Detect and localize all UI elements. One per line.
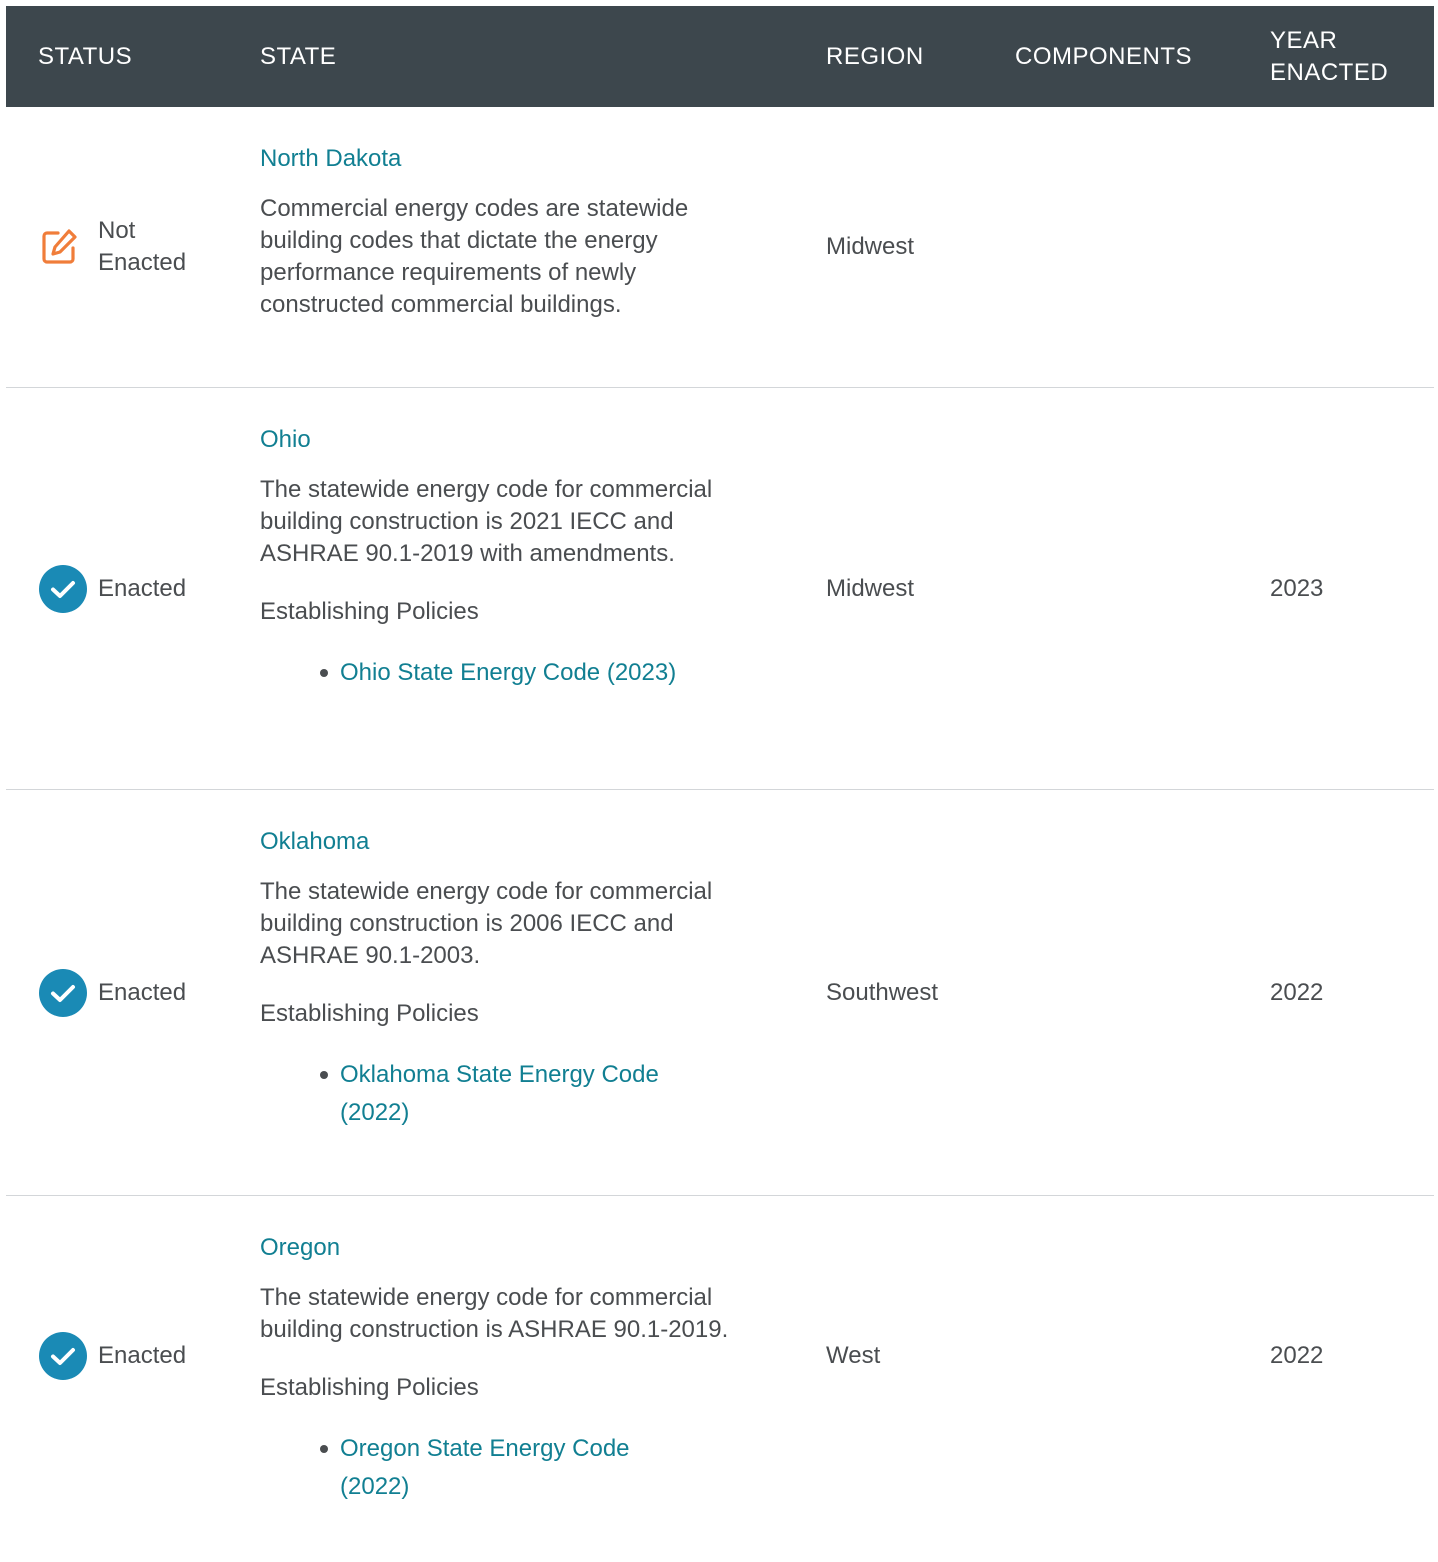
list-item: Ohio State Energy Code (2023) (320, 654, 700, 692)
table-row: Enacted Ohio The statewide energy code f… (6, 388, 1434, 790)
policy-link[interactable]: Oregon State Energy Code (2022) (340, 1435, 630, 1500)
header-components[interactable]: COMPONENTS (1015, 6, 1192, 107)
year-cell: 2022 (1270, 978, 1324, 1006)
header-year-enacted[interactable]: YEAR ENACTED (1270, 6, 1420, 107)
header-state[interactable]: STATE (260, 6, 336, 107)
policy-link[interactable]: Ohio State Energy Code (2023) (340, 659, 676, 686)
header-status[interactable]: STATUS (38, 6, 132, 107)
list-item: Oklahoma State Energy Code (2022) (320, 1056, 700, 1132)
year-cell: 2023 (1270, 574, 1324, 602)
bullet-icon (320, 669, 328, 677)
policy-list: Oklahoma State Energy Code (2022) (260, 1056, 760, 1132)
status-cell: Enacted (38, 790, 208, 1195)
state-link[interactable]: Ohio (260, 426, 311, 454)
establishing-policies-label: Establishing Policies (260, 1000, 479, 1027)
establishing-policies-label: Establishing Policies (260, 598, 479, 625)
state-description: The statewide energy code for commercial… (260, 878, 713, 969)
policy-link[interactable]: Oklahoma State Energy Code (2022) (340, 1061, 659, 1126)
year-cell: 2022 (1270, 1342, 1324, 1369)
state-description: The statewide energy code for commercial… (260, 476, 713, 567)
state-link[interactable]: North Dakota (260, 145, 401, 173)
header-year-line1: YEAR (1270, 26, 1338, 54)
status-label-line2: Enacted (98, 249, 187, 276)
list-item: Oregon State Energy Code (2022) (320, 1430, 700, 1506)
state-cell: Ohio The statewide energy code for comme… (260, 388, 760, 748)
status-label-line1: Not (98, 217, 136, 244)
status-label: Not Enacted (98, 215, 208, 279)
check-circle-icon (38, 1331, 88, 1381)
check-circle-icon (38, 968, 88, 1018)
table-row: Not Enacted North Dakota Commercial ener… (6, 107, 1434, 388)
policy-list: Oregon State Energy Code (2022) (260, 1430, 760, 1506)
status-cell: Enacted (38, 388, 208, 789)
state-cell: North Dakota Commercial energy codes are… (260, 107, 760, 377)
status-label: Enacted (98, 574, 187, 602)
check-circle-icon (38, 564, 88, 614)
policy-table: STATUS STATE REGION COMPONENTS YEAR ENAC… (6, 6, 1434, 1516)
table-row: Enacted Oklahoma The statewide energy co… (6, 790, 1434, 1196)
bullet-icon (320, 1071, 328, 1079)
state-link[interactable]: Oregon (260, 1234, 340, 1262)
header-year-line2: ENACTED (1270, 58, 1389, 86)
policy-list: Ohio State Energy Code (2023) (260, 654, 760, 692)
edit-pencil-icon (38, 222, 88, 272)
table-header: STATUS STATE REGION COMPONENTS YEAR ENAC… (6, 6, 1434, 107)
status-cell: Enacted (38, 1196, 208, 1516)
state-description: The statewide energy code for commercial… (260, 1284, 729, 1343)
status-label: Enacted (98, 1342, 187, 1369)
state-link[interactable]: Oklahoma (260, 828, 369, 856)
state-cell: Oklahoma The statewide energy code for c… (260, 790, 760, 1188)
status-cell: Not Enacted (38, 107, 208, 387)
status-label: Enacted (98, 978, 187, 1006)
bullet-icon (320, 1445, 328, 1453)
establishing-policies-label: Establishing Policies (260, 1374, 479, 1401)
table-row: Enacted Oregon The statewide energy code… (6, 1196, 1434, 1516)
region-cell: Midwest (826, 233, 915, 260)
region-cell: Midwest (826, 574, 915, 602)
region-cell: Southwest (826, 978, 939, 1006)
state-description: Commercial energy codes are statewide bu… (260, 195, 689, 318)
state-cell: Oregon The statewide energy code for com… (260, 1196, 760, 1562)
region-cell: West (826, 1342, 881, 1369)
header-region[interactable]: REGION (826, 6, 924, 107)
